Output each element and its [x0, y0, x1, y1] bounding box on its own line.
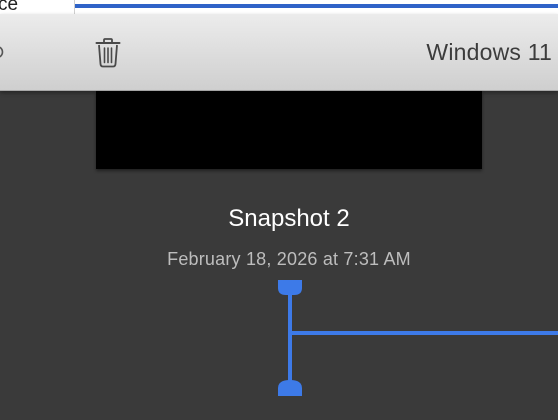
timeline-branch-line	[290, 331, 558, 335]
timeline-vertical-line	[288, 294, 292, 382]
timeline-top-node[interactable]	[278, 280, 302, 295]
trash-icon	[95, 38, 121, 68]
toolbar: Windows 11	[0, 14, 558, 91]
snapshot-timeline	[278, 280, 558, 396]
snapshot-name: Snapshot 2	[228, 205, 350, 232]
snapshot-thumbnail[interactable]	[96, 91, 482, 169]
snapshots-window: ce Windows 11 Snapshot 2 February 18, 20…	[0, 0, 558, 420]
snapshot-date: February 18, 2026 at 7:31 AM	[167, 249, 411, 269]
circle-icon[interactable]	[0, 45, 4, 59]
vm-name-title: Windows 11	[426, 39, 552, 65]
delete-snapshot-button[interactable]	[92, 36, 124, 70]
timeline-bottom-node[interactable]	[278, 380, 302, 396]
background-window-accent-bar	[75, 4, 558, 8]
